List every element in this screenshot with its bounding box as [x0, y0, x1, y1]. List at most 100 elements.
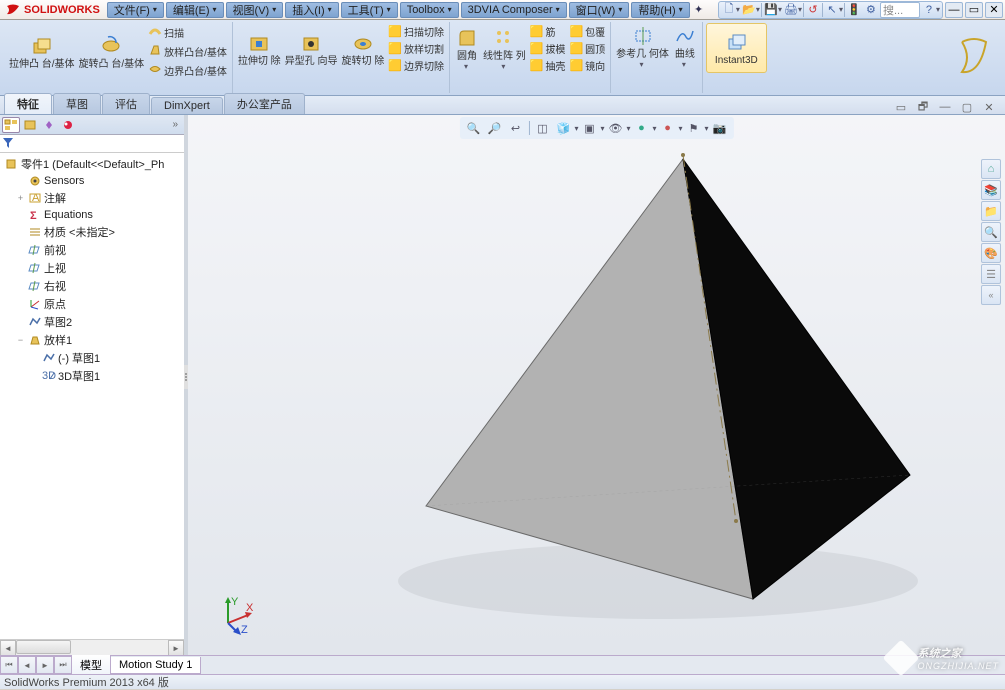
tab-next-icon[interactable]: ►	[36, 656, 54, 674]
tree-item[interactable]: 3D3D草图1	[0, 367, 184, 385]
tree-item[interactable]: 原点	[0, 295, 184, 313]
menu-3dvia[interactable]: 3DVIA Composer▾	[461, 2, 567, 18]
draft-button[interactable]: 🟨拔模	[528, 40, 568, 57]
tree-item[interactable]: 上视	[0, 259, 184, 277]
new-icon[interactable]: 🗋	[721, 2, 737, 18]
loft-cut-button[interactable]: 🟨放样切割	[386, 40, 446, 57]
tab-features[interactable]: 特征	[4, 93, 52, 114]
sweep-cut-button[interactable]: 🟨扫描切除	[386, 23, 446, 40]
taskpane-custom-icon[interactable]: ☰	[981, 264, 1001, 284]
scroll-left-icon[interactable]: ◄	[0, 640, 16, 656]
feature-tree[interactable]: 零件1 (Default<<Default>_Ph Sensors+A注解ΣEq…	[0, 153, 184, 639]
filter-row[interactable]	[0, 135, 184, 153]
sidebar-hscroll[interactable]: ◄ ►	[0, 639, 184, 655]
fillet-button[interactable]: 圆角▾	[453, 25, 481, 72]
tree-item[interactable]: 材质 <未指定>	[0, 223, 184, 241]
tree-item[interactable]: 右视	[0, 277, 184, 295]
rib-button[interactable]: 🟨筋	[528, 23, 568, 40]
appearance-tab-icon[interactable]	[59, 117, 77, 133]
section-view-icon[interactable]: ◫	[532, 119, 552, 137]
menu-toolbox[interactable]: Toolbox▾	[400, 2, 459, 18]
tree-root[interactable]: 零件1 (Default<<Default>_Ph	[0, 155, 184, 173]
scroll-right-icon[interactable]: ►	[168, 640, 184, 656]
tab-dimxpert[interactable]: DimXpert	[151, 97, 223, 114]
orientation-triad-icon[interactable]: Y X Z	[216, 595, 256, 635]
mirror-button[interactable]: 🟨镜向	[567, 57, 607, 74]
instant3d-button[interactable]: Instant3D	[706, 23, 767, 73]
pyramid-model[interactable]	[298, 151, 948, 641]
menu-help[interactable]: 帮助(H)▾	[631, 2, 689, 18]
tree-item[interactable]: ΣEquations	[0, 207, 184, 223]
shell-button[interactable]: 🟨抽壳	[528, 57, 568, 74]
menu-edit[interactable]: 编辑(E)▾	[166, 2, 224, 18]
tree-item[interactable]: 前视	[0, 241, 184, 259]
prev-view-icon[interactable]: ↩	[505, 119, 525, 137]
minimize-button[interactable]: —	[945, 2, 963, 18]
display-style-icon[interactable]: ▣	[579, 119, 599, 137]
print-icon[interactable]: 🖨	[783, 2, 799, 18]
filter-icon[interactable]	[2, 137, 16, 151]
tab-first-icon[interactable]: ⏮	[0, 656, 18, 674]
appearance-icon[interactable]: ●	[632, 119, 652, 137]
tree-item[interactable]: −放样1	[0, 331, 184, 349]
taskpane-explorer-icon[interactable]: 📁	[981, 201, 1001, 221]
boundary-boss-button[interactable]: 边界凸台/基体	[146, 61, 229, 80]
taskpane-view-icon[interactable]: 🔍	[981, 222, 1001, 242]
extrude-boss-button[interactable]: 拉伸凸 台/基体	[7, 33, 77, 71]
curves-button[interactable]: 曲线▾	[671, 23, 699, 70]
open-icon[interactable]: 📂	[741, 2, 757, 18]
view-setting-icon[interactable]: ⚑	[684, 119, 704, 137]
extrude-cut-button[interactable]: 拉伸切 除	[236, 30, 283, 68]
boundary-cut-button[interactable]: 🟨边界切除	[386, 57, 446, 74]
loft-boss-button[interactable]: 放样凸台/基体	[146, 42, 229, 61]
doc-restore-icon[interactable]: 🗗	[915, 100, 931, 114]
taskpane-appearance-icon[interactable]: 🎨	[981, 243, 1001, 263]
render-icon[interactable]: 📷	[710, 119, 730, 137]
settings-icon[interactable]: ⚙	[863, 2, 879, 18]
zoom-area-icon[interactable]: 🔎	[484, 119, 504, 137]
doc-min-icon[interactable]: —	[937, 100, 953, 114]
bottom-tab-model[interactable]: 模型	[71, 655, 111, 676]
property-tab-icon[interactable]	[21, 117, 39, 133]
hole-wizard-button[interactable]: 异型孔 向导	[283, 30, 340, 68]
select-icon[interactable]: ↖	[824, 2, 840, 18]
save-icon[interactable]: 💾	[763, 2, 779, 18]
tree-item[interactable]: +A注解	[0, 189, 184, 207]
dome-button[interactable]: 🟨圆顶	[567, 40, 607, 57]
rebuild-icon[interactable]: ↺	[805, 2, 821, 18]
config-tab-icon[interactable]	[40, 117, 58, 133]
wrap-button[interactable]: 🟨包覆	[567, 23, 607, 40]
tree-item[interactable]: 草图2	[0, 313, 184, 331]
reference-geometry-button[interactable]: 参考几 何体▾	[614, 23, 671, 70]
menu-insert[interactable]: 插入(I)▾	[285, 2, 338, 18]
help-icon[interactable]: ?	[921, 2, 937, 18]
bottom-tab-motion[interactable]: Motion Study 1	[110, 657, 201, 674]
feature-tree-tab-icon[interactable]	[2, 117, 20, 133]
taskpane-resources-icon[interactable]: ⌂	[981, 159, 1001, 179]
tab-last-icon[interactable]: ⏭	[54, 656, 72, 674]
menu-file[interactable]: 文件(F)▾	[107, 2, 164, 18]
tab-evaluate[interactable]: 评估	[102, 93, 150, 114]
revolve-boss-button[interactable]: 旋转凸 台/基体	[77, 33, 147, 71]
hide-show-icon[interactable]: 👁	[605, 119, 625, 137]
linear-pattern-button[interactable]: 线性阵 列▾	[481, 25, 528, 72]
3d-viewport[interactable]: 🔍 🔎 ↩ ◫ 🧊▾ ▣▾ 👁▾ ●▾ ●▾ ⚑▾ 📷 ⌂ 📚 📁 🔍 🎨 ☰ …	[188, 115, 1005, 655]
menu-tools[interactable]: 工具(T)▾	[341, 2, 398, 18]
sweep-boss-button[interactable]: 扫描	[146, 23, 229, 42]
panel-expand-icon[interactable]: »	[168, 119, 182, 130]
menu-view[interactable]: 视图(V)▾	[226, 2, 284, 18]
zoom-fit-icon[interactable]: 🔍	[463, 119, 483, 137]
tab-sketch[interactable]: 草图	[53, 93, 101, 114]
tab-office[interactable]: 办公室产品	[224, 93, 305, 114]
tree-item[interactable]: (-) 草图1	[0, 349, 184, 367]
doc-max-icon[interactable]: ▢	[959, 100, 975, 114]
taskpane-library-icon[interactable]: 📚	[981, 180, 1001, 200]
view-orient-icon[interactable]: 🧊	[553, 119, 573, 137]
taskpane-collapse-icon[interactable]: «	[981, 285, 1001, 305]
close-button[interactable]: ✕	[985, 2, 1003, 18]
menu-more-icon[interactable]: ✦	[691, 2, 707, 18]
options-icon[interactable]: 🚦	[846, 2, 862, 18]
search-input[interactable]: 搜...	[880, 2, 920, 18]
tab-prev-icon[interactable]: ◄	[18, 656, 36, 674]
tree-item[interactable]: Sensors	[0, 173, 184, 189]
